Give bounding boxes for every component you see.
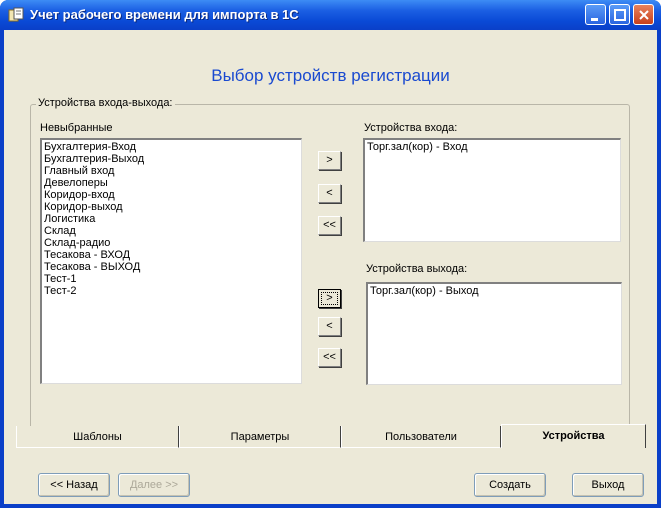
list-item[interactable]: Тест-1 (44, 273, 299, 285)
list-item[interactable]: Бухгалтерия-Вход (44, 141, 299, 153)
next-button[interactable]: Далее >> (118, 473, 190, 497)
page-heading: Выбор устройств регистрации (211, 66, 450, 85)
tab-devices[interactable]: Устройства (501, 424, 646, 448)
output-devices-listbox[interactable]: Торг.зал(кор) - Выход (366, 282, 622, 385)
minimize-icon (591, 18, 598, 21)
tab-parameters[interactable]: Параметры (179, 426, 341, 448)
list-item[interactable]: Главный вход (44, 165, 299, 177)
tab-users[interactable]: Пользователи (341, 426, 501, 448)
tab-templates[interactable]: Шаблоны (16, 426, 179, 448)
unselected-listbox[interactable]: Бухгалтерия-Вход Бухгалтерия-Выход Главный… (40, 138, 302, 384)
add-output-button[interactable]: > (318, 289, 341, 308)
list-item[interactable]: Тесакова - ВЫХОД (44, 261, 299, 273)
back-button[interactable]: << Назад (38, 473, 110, 497)
list-item[interactable]: Коридор-вход (44, 189, 299, 201)
close-button[interactable] (633, 4, 654, 25)
unselected-items: Бухгалтерия-Вход Бухгалтерия-Выход Главный… (44, 141, 299, 297)
app-window: Учет рабочего времени для импорта в 1С В… (0, 0, 661, 508)
add-input-button[interactable]: > (318, 151, 341, 170)
window-title: Учет рабочего времени для импорта в 1С (30, 7, 299, 22)
remove-input-button[interactable]: < (318, 184, 341, 203)
maximize-icon (614, 9, 626, 21)
tab-strip: Шаблоны Параметры Пользователи Устройств… (16, 424, 656, 450)
title-bar[interactable]: Учет рабочего времени для импорта в 1С (0, 0, 661, 30)
remove-output-button[interactable]: < (318, 317, 341, 336)
list-item[interactable]: Тест-2 (44, 285, 299, 297)
list-item[interactable]: Бухгалтерия-Выход (44, 153, 299, 165)
list-item[interactable]: Коридор-выход (44, 201, 299, 213)
list-item[interactable]: Девелоперы (44, 177, 299, 189)
remove-all-input-button[interactable]: << (318, 216, 341, 235)
list-item[interactable]: Склад-радио (44, 237, 299, 249)
list-item[interactable]: Торг.зал(кор) - Вход (367, 141, 618, 153)
exit-button[interactable]: Выход (572, 473, 644, 497)
dialog-client-area: Выбор устройств регистрации Устройства в… (4, 30, 657, 504)
output-devices-label: Устройства выхода: (366, 263, 468, 275)
list-item[interactable]: Логистика (44, 213, 299, 225)
minimize-button[interactable] (585, 4, 606, 25)
input-devices-label: Устройства входа: (364, 122, 458, 134)
close-icon (639, 10, 649, 20)
input-devices-listbox[interactable]: Торг.зал(кор) - Вход (363, 138, 621, 242)
maximize-button[interactable] (609, 4, 630, 25)
devices-group-legend: Устройства входа-выхода: (36, 97, 175, 109)
remove-all-output-button[interactable]: << (318, 348, 341, 367)
unselected-label: Невыбранные (40, 122, 113, 134)
list-item[interactable]: Склад (44, 225, 299, 237)
app-icon (8, 7, 24, 23)
output-items: Торг.зал(кор) - Выход (370, 285, 619, 297)
input-items: Торг.зал(кор) - Вход (367, 141, 618, 153)
create-button[interactable]: Создать (474, 473, 546, 497)
list-item[interactable]: Торг.зал(кор) - Выход (370, 285, 619, 297)
list-item[interactable]: Тесакова - ВХОД (44, 249, 299, 261)
